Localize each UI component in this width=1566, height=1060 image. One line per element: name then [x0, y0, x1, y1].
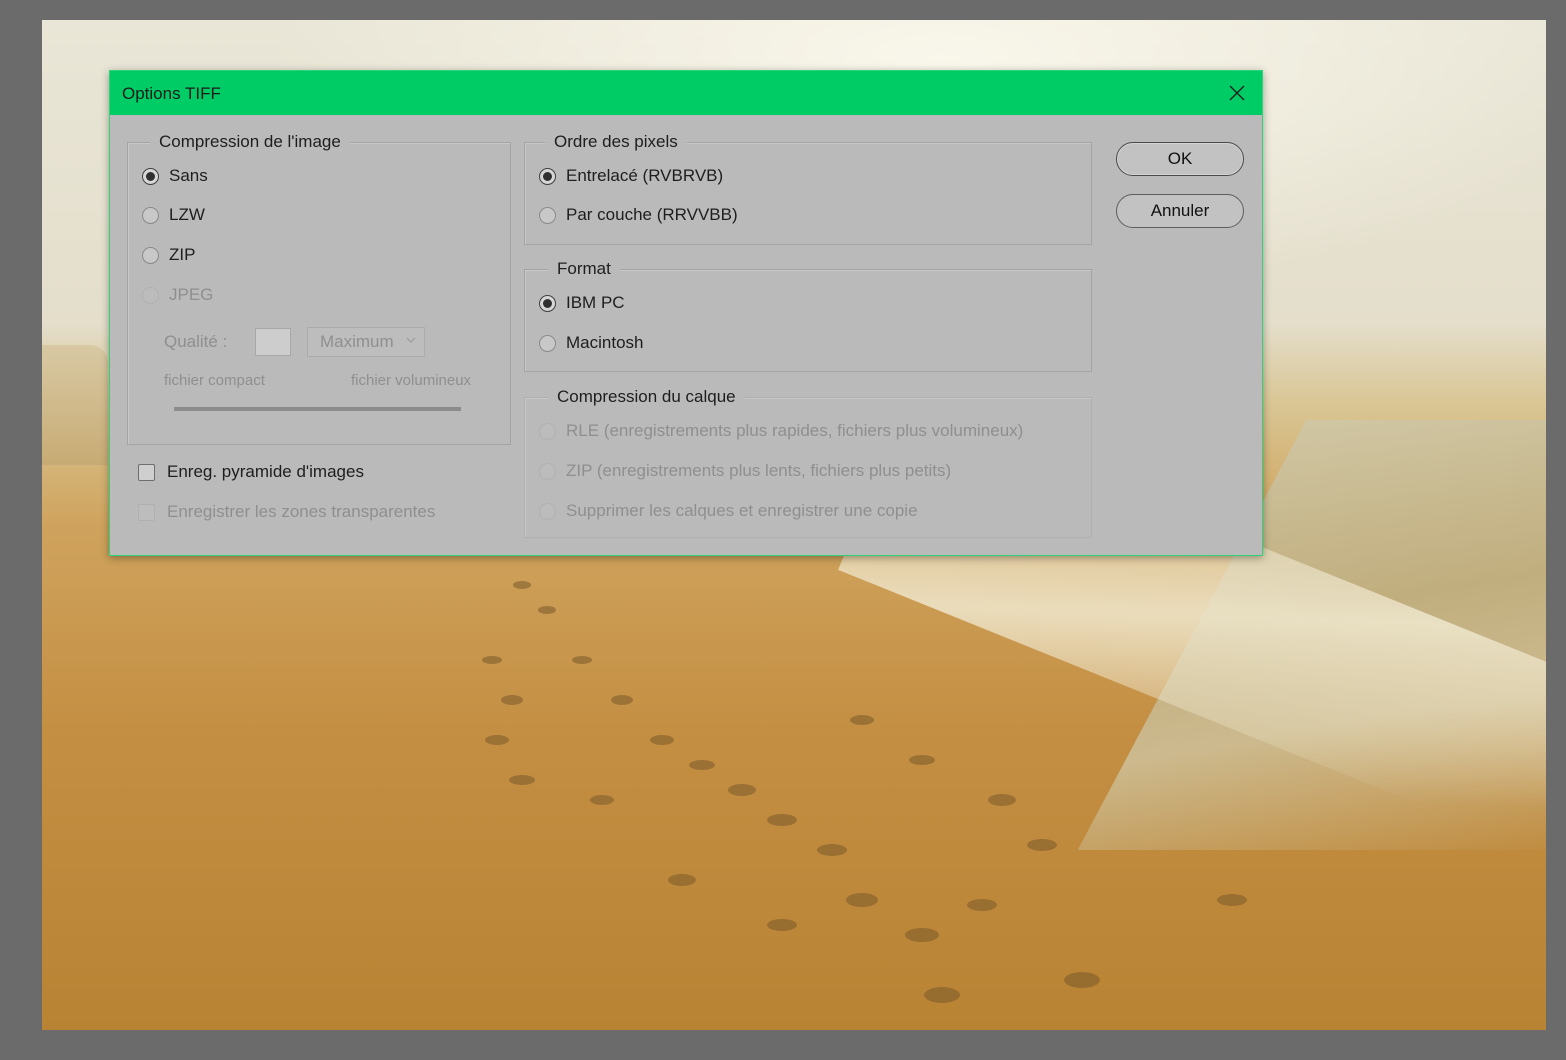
radio-button [142, 286, 159, 304]
radio-per-channel[interactable]: Par couche (RRVVBB) [539, 205, 738, 225]
slider-min-label: fichier compact [164, 372, 265, 389]
dialog-titlebar[interactable]: Options TIFF [110, 71, 1262, 115]
image-compression-legend: Compression de l'image [150, 131, 350, 153]
radio-discard-layers: Supprimer les calques et enregistrer une… [539, 501, 918, 521]
dialog-title: Options TIFF [122, 84, 221, 103]
radio-label: Supprimer les calques et enregistrer une… [566, 501, 918, 520]
radio-interleaved[interactable]: Entrelacé (RVBRVB) [539, 166, 723, 186]
radio-button[interactable] [539, 294, 556, 312]
radio-button[interactable] [142, 206, 159, 224]
radio-label: Sans [169, 166, 208, 185]
close-icon [1229, 85, 1245, 101]
pixel-order-group: Ordre des pixels [524, 131, 1092, 245]
radio-label: ZIP [169, 245, 196, 264]
close-button[interactable] [1212, 71, 1262, 115]
radio-button [539, 422, 556, 440]
pixel-order-legend: Ordre des pixels [545, 131, 687, 153]
slider-max-label: fichier volumineux [351, 372, 472, 389]
quality-preset-value: Maximum [320, 332, 394, 351]
byte-order-group: Format [524, 258, 1092, 372]
radio-macintosh[interactable]: Macintosh [539, 333, 643, 353]
radio-sans[interactable]: Sans [142, 166, 208, 186]
radio-label: Entrelacé (RVBRVB) [566, 166, 724, 185]
byte-order-legend: Format [548, 258, 620, 280]
cancel-button[interactable]: Annuler [1116, 194, 1244, 228]
radio-rle: RLE (enregistrements plus rapides, fichi… [539, 421, 1023, 441]
layer-compression-legend: Compression du calque [548, 386, 745, 408]
checkbox-label: Enreg. pyramide d'images [167, 462, 364, 481]
radio-label: ZIP (enregistrements plus lents, fichier… [566, 461, 952, 480]
tiff-options-dialog: Options TIFF Compression de l'image Sans… [109, 70, 1263, 556]
radio-button [539, 462, 556, 480]
radio-label: JPEG [169, 285, 214, 304]
radio-label: IBM PC [566, 293, 625, 312]
checkbox [138, 503, 155, 521]
radio-zip[interactable]: ZIP [142, 245, 195, 265]
radio-button[interactable] [539, 167, 556, 185]
radio-button [539, 502, 556, 520]
radio-layer-zip: ZIP (enregistrements plus lents, fichier… [539, 461, 951, 481]
radio-lzw[interactable]: LZW [142, 205, 205, 225]
checkbox-save-transparency: Enregistrer les zones transparentes [138, 502, 435, 522]
radio-button[interactable] [142, 167, 159, 185]
radio-label: Par couche (RRVVBB) [566, 205, 738, 224]
radio-button[interactable] [539, 334, 556, 352]
quality-slider [174, 407, 461, 411]
quality-preset-select: Maximum [307, 327, 425, 357]
radio-label: Macintosh [566, 333, 644, 352]
quality-input [255, 328, 291, 356]
chevron-down-icon [406, 337, 416, 343]
ok-button[interactable]: OK [1116, 142, 1244, 176]
radio-button[interactable] [142, 246, 159, 264]
radio-jpeg: JPEG [142, 285, 213, 305]
radio-label: RLE (enregistrements plus rapides, fichi… [566, 421, 1024, 440]
checkbox[interactable] [138, 463, 155, 481]
radio-ibm-pc[interactable]: IBM PC [539, 293, 625, 313]
checkbox-label: Enregistrer les zones transparentes [167, 502, 436, 521]
checkbox-save-pyramid[interactable]: Enreg. pyramide d'images [138, 462, 364, 482]
radio-label: LZW [169, 205, 205, 224]
quality-label: Qualité : [164, 332, 228, 351]
radio-button[interactable] [539, 206, 556, 224]
